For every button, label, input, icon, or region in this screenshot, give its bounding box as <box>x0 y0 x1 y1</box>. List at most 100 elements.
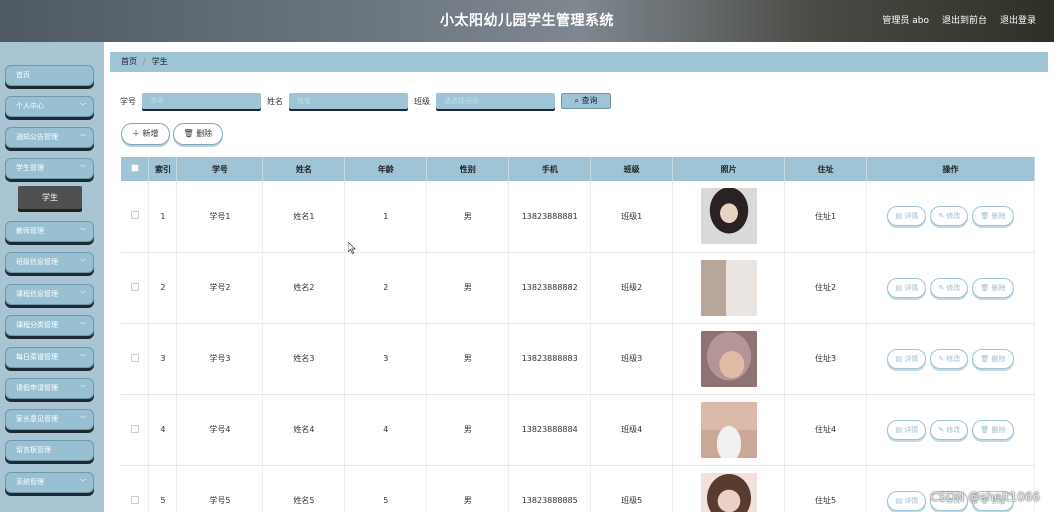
search-bar: 学号 学号 姓名 姓名 班级 请选择班级 ⌕ 查询 <box>120 93 611 109</box>
row-select-cell[interactable] <box>121 394 150 466</box>
row-checkbox[interactable] <box>130 211 139 220</box>
chevron-down-icon: ﹀ <box>79 165 86 172</box>
chevron-down-icon: ﹀ <box>79 259 86 266</box>
cell-gender: 男 <box>426 394 510 466</box>
sidebar-item[interactable]: 留言板管理 <box>5 440 94 461</box>
name-input[interactable]: 姓名 <box>289 93 408 109</box>
student-id-label: 学号 <box>120 96 136 106</box>
row-checkbox[interactable] <box>130 282 139 291</box>
table-row[interactable]: 2 学号2 姓名2 2 男 13823888882 班级2 住址2 ▤ 详情 ✎ 修改 🗑 删除 <box>121 252 1035 324</box>
class-select[interactable]: 请选择班级 <box>436 93 555 109</box>
cell-class: 班级2 <box>590 252 674 324</box>
student-photo[interactable] <box>700 472 757 512</box>
cell-address: 住址1 <box>784 181 868 253</box>
delete-button[interactable]: 🗑 删除 <box>972 277 1014 298</box>
action-buttons: ＋ 新增 🗑 删除 <box>121 123 224 145</box>
cell-operations: ▤ 详情 ✎ 修改 🗑 删除 <box>866 181 1035 253</box>
sidebar-item-label: 系统管理 <box>16 478 44 486</box>
row-checkbox[interactable] <box>130 353 139 362</box>
student-photo[interactable] <box>700 401 757 458</box>
edit-label: 修改 <box>946 283 961 292</box>
cell-name: 姓名5 <box>262 465 346 512</box>
sidebar-item[interactable]: 课程分类管理 ﹀ <box>5 315 94 336</box>
detail-button[interactable]: ▤ 详情 <box>887 277 927 298</box>
table-row[interactable]: 4 学号4 姓名4 4 男 13823888884 班级4 住址4 ▤ 详情 ✎ 修改 🗑 删除 <box>121 394 1035 466</box>
cell-phone: 13823888885 <box>508 465 592 512</box>
cell-age: 4 <box>344 394 428 466</box>
sidebar-item-label: 学生管理 <box>16 164 44 172</box>
delete-label: 删除 <box>991 354 1006 363</box>
cell-name: 姓名2 <box>262 252 346 324</box>
detail-icon: ▤ <box>895 354 905 363</box>
detail-button[interactable]: ▤ 详情 <box>887 206 927 227</box>
detail-label: 详情 <box>904 425 919 434</box>
sidebar-item[interactable]: 系统管理 ﹀ <box>5 472 94 493</box>
sidebar-item[interactable]: 个人中心 ﹀ <box>5 96 94 117</box>
row-select-cell[interactable] <box>121 181 150 253</box>
sidebar-subitem-student[interactable]: 学生 <box>18 186 82 209</box>
student-photo[interactable] <box>700 330 757 387</box>
sidebar-item[interactable]: 班级信息管理 ﹀ <box>5 252 94 273</box>
class-label: 班级 <box>414 96 430 106</box>
cell-address: 住址5 <box>784 465 868 512</box>
delete-button[interactable]: 🗑 删除 <box>972 206 1014 227</box>
sidebar-item[interactable]: 课程信息管理 ﹀ <box>5 284 94 305</box>
delete-button[interactable]: 🗑 删除 <box>972 348 1014 369</box>
sidebar-item-label: 课程信息管理 <box>16 290 58 298</box>
student-photo[interactable] <box>700 188 757 245</box>
table-row[interactable]: 5 学号5 姓名5 5 男 13823888885 班级5 住址5 ▤ 详情 ✎ 修改 🗑 删除 <box>121 465 1035 512</box>
mouse-cursor-icon <box>348 242 356 254</box>
sidebar-item[interactable]: 学生管理 ﹀ <box>5 158 94 179</box>
edit-button[interactable]: ✎ 修改 <box>930 206 969 227</box>
header-links: 管理员 abo 退出到前台 退出登录 <box>882 13 1036 26</box>
row-checkbox[interactable] <box>130 495 139 504</box>
chevron-down-icon: ﹀ <box>79 354 86 361</box>
cell-name: 姓名1 <box>262 181 346 253</box>
row-select-cell[interactable] <box>121 252 150 324</box>
breadcrumb-home[interactable]: 首页 <box>121 57 137 66</box>
student-id-input[interactable]: 学号 <box>142 93 261 109</box>
cell-gender: 男 <box>426 252 510 324</box>
sidebar-item[interactable]: 家长意见管理 ﹀ <box>5 409 94 430</box>
sidebar-item[interactable]: 请假申请管理 ﹀ <box>5 378 94 399</box>
batch-delete-button[interactable]: 🗑 删除 <box>172 123 224 145</box>
delete-label: 删除 <box>991 425 1006 434</box>
table-row[interactable]: 1 学号1 姓名1 1 男 13823888881 班级1 住址1 ▤ 详情 ✎ 修改 🗑 删除 <box>121 181 1035 253</box>
sidebar: 首页 个人中心 ﹀ 通知公告管理 ﹀ 学生管理 ﹀ 教师管理 ﹀ 班级信息管理 ﹀ 课程信息管理 ﹀ 课程… <box>0 42 104 512</box>
sidebar-item-label: 请假申请管理 <box>16 384 58 392</box>
table-row[interactable]: 3 学号3 姓名3 3 男 13823888883 班级3 住址3 ▤ 详情 ✎ 修改 🗑 删除 <box>121 323 1035 395</box>
table-header-row: 索引 学号 姓名 年龄 性别 手机 班级 照片 住址 操作 <box>121 157 1035 181</box>
detail-button[interactable]: ▤ 详情 <box>887 348 927 369</box>
edit-button[interactable]: ✎ 修改 <box>930 419 969 440</box>
detail-button[interactable]: ▤ 详情 <box>887 490 927 511</box>
row-checkbox[interactable] <box>130 424 139 433</box>
front-link[interactable]: 退出到前台 <box>942 13 987 26</box>
sidebar-item[interactable]: 首页 <box>5 65 94 86</box>
detail-label: 详情 <box>904 212 919 221</box>
trash-icon: 🗑 <box>980 283 992 292</box>
cell-index: 2 <box>148 252 178 324</box>
col-photo: 照片 <box>672 157 786 181</box>
sidebar-item[interactable]: 通知公告管理 ﹀ <box>5 127 94 148</box>
cell-operations: ▤ 详情 ✎ 修改 🗑 删除 <box>866 394 1035 466</box>
app-root: 小太阳幼儿园学生管理系统 管理员 abo 退出到前台 退出登录 首页 个人中心 ﹀ 通… <box>0 0 1054 512</box>
student-photo[interactable] <box>700 259 757 316</box>
edit-button[interactable]: ✎ 修改 <box>930 277 969 298</box>
detail-icon: ▤ <box>895 212 905 221</box>
select-all-cell[interactable] <box>121 157 150 181</box>
cell-photo <box>672 323 786 395</box>
cell-address: 住址4 <box>784 394 868 466</box>
delete-button[interactable]: 🗑 删除 <box>972 419 1014 440</box>
row-select-cell[interactable] <box>121 323 150 395</box>
edit-button[interactable]: ✎ 修改 <box>930 348 969 369</box>
logout-link[interactable]: 退出登录 <box>1000 13 1036 26</box>
cell-gender: 男 <box>426 181 510 253</box>
sidebar-item[interactable]: 教师管理 ﹀ <box>5 221 94 242</box>
sidebar-item[interactable]: 每日菜谱管理 ﹀ <box>5 347 94 368</box>
add-button[interactable]: ＋ 新增 <box>121 123 170 145</box>
search-button[interactable]: ⌕ 查询 <box>561 93 611 109</box>
sidebar-item-label: 个人中心 <box>16 102 44 110</box>
select-all-checkbox[interactable] <box>130 164 139 172</box>
detail-button[interactable]: ▤ 详情 <box>887 419 927 440</box>
row-select-cell[interactable] <box>121 465 150 512</box>
